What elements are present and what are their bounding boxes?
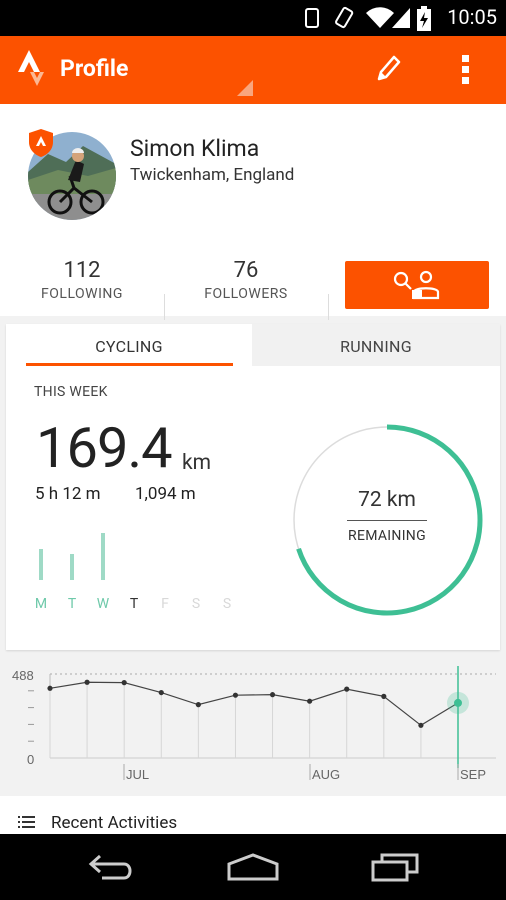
edit-pencil-icon[interactable] (376, 54, 402, 82)
day-label: M (34, 596, 48, 612)
week-point (195, 702, 201, 708)
recents-icon[interactable] (370, 852, 420, 882)
remaining-label: REMAINING (348, 528, 426, 544)
remaining-divider (347, 520, 427, 521)
following-stat[interactable]: 112 FOLLOWING (0, 258, 164, 302)
day-label: T (67, 596, 77, 612)
day-label: T (129, 596, 139, 612)
y-max-label: 488 (12, 668, 34, 683)
day-bar (101, 533, 105, 580)
following-count: 112 (63, 258, 101, 283)
stat-divider (328, 294, 329, 320)
overflow-menu-icon[interactable] (461, 53, 471, 85)
tab-running[interactable]: RUNNING (252, 324, 500, 366)
find-friends-icon (393, 270, 440, 300)
page-title: Profile (60, 55, 129, 82)
app-bar: Profile (0, 36, 506, 104)
week-point (158, 689, 164, 696)
remaining-distance: 72 km (358, 488, 416, 512)
weekly-history-chart[interactable]: 488 0 JUL AUG SEP (0, 658, 506, 788)
distance-unit: km (182, 451, 212, 475)
followers-stat[interactable]: 76 FOLLOWERS (164, 258, 328, 302)
week-point (121, 680, 127, 686)
app-screen: 10:05 Profile Simon Klima Twickenham, En… (0, 0, 506, 900)
current-week-point (454, 698, 462, 707)
month-label: AUG (312, 767, 340, 782)
week-point (418, 722, 424, 728)
week-point (381, 693, 387, 699)
followers-label: FOLLOWERS (204, 286, 288, 302)
home-icon[interactable] (226, 852, 280, 882)
day-bar (39, 549, 43, 580)
week-point (84, 679, 90, 685)
elevation-gain: 1,094 m (135, 484, 196, 504)
following-label: FOLLOWING (41, 286, 123, 302)
status-bar: 10:05 (0, 0, 506, 36)
recent-activities-row[interactable]: Recent Activities (0, 796, 506, 834)
day-label: F (161, 596, 169, 612)
navigation-bar (0, 834, 506, 900)
profile-header: Simon Klima Twickenham, England 112 FOLL… (0, 104, 506, 320)
day-label: S (191, 596, 201, 612)
day-bar (70, 554, 74, 580)
recent-activities-label: Recent Activities (51, 813, 178, 833)
day-label: W (96, 596, 110, 612)
status-time: 10:05 (447, 5, 497, 29)
back-icon[interactable] (88, 852, 136, 882)
training-card: CYCLING RUNNING THIS WEEK 169.4 km 5 h 1… (6, 324, 500, 650)
week-point (47, 685, 53, 691)
month-label: SEP (460, 767, 486, 782)
athlete-location: Twickenham, England (130, 165, 295, 185)
vibrate-icon (305, 8, 319, 28)
athlete-name: Simon Klima (130, 135, 260, 162)
history-chart-svg: 488 0 JUL AUG SEP (0, 658, 506, 788)
phone-rotate-icon (335, 6, 354, 29)
strava-logo-icon (18, 50, 44, 86)
moving-time: 5 h 12 m (35, 484, 101, 504)
list-icon (18, 816, 35, 828)
find-friends-button[interactable] (345, 261, 489, 309)
cell-signal-icon (392, 8, 410, 28)
week-point (307, 698, 313, 704)
week-point (232, 692, 239, 698)
day-label: S (222, 596, 232, 612)
week-point (269, 692, 276, 698)
y-min-label: 0 (27, 752, 34, 767)
month-label: JUL (126, 767, 149, 782)
tab-cycling[interactable]: CYCLING (6, 324, 252, 366)
followers-count: 76 (233, 258, 259, 283)
this-week-label: THIS WEEK (34, 384, 108, 400)
tab-selected-indicator (26, 363, 233, 366)
weekly-distance: 169.4 (36, 415, 173, 481)
premium-badge-icon (29, 129, 53, 157)
chart-background (0, 658, 506, 788)
dropdown-caret-icon[interactable] (236, 79, 254, 97)
battery-charging-icon (417, 6, 431, 31)
week-point (344, 686, 350, 692)
